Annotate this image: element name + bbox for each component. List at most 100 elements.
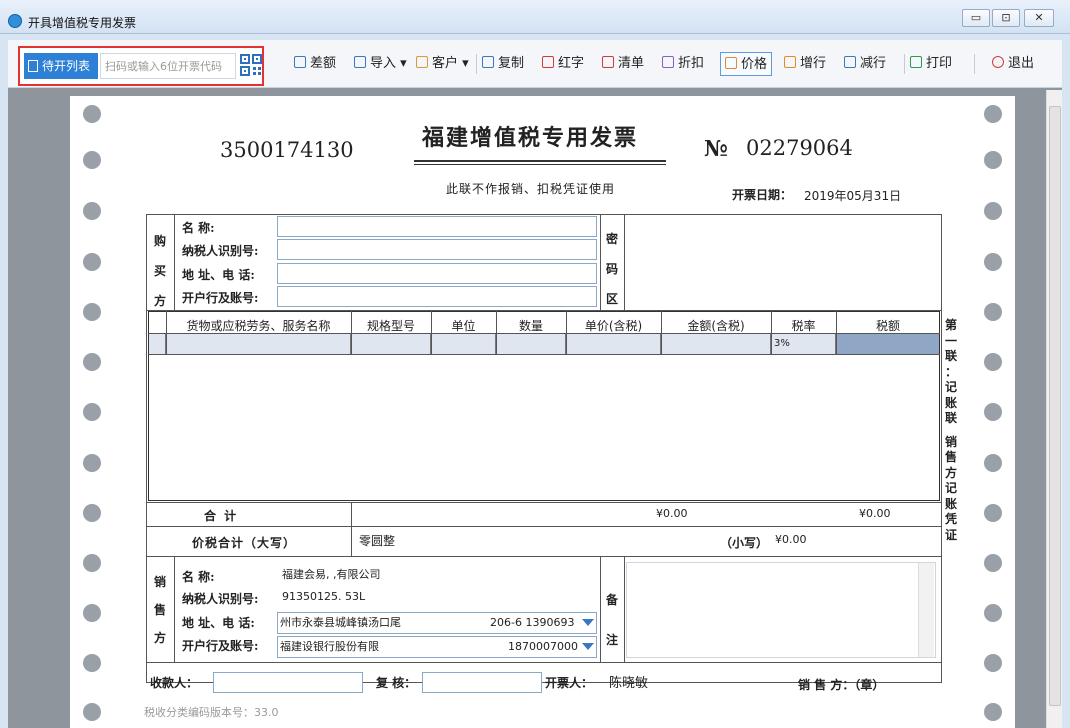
buyer-name-field[interactable]: [277, 216, 597, 237]
hole: [984, 504, 1002, 522]
col-header-tax-rate: 税率: [791, 319, 816, 333]
divider: [600, 556, 601, 662]
hole: [984, 554, 1002, 572]
hole: [984, 353, 1002, 371]
import-button[interactable]: 导入 ▾: [354, 52, 407, 76]
hole: [83, 202, 101, 220]
seller-name: 福建会易, ,有限公司: [282, 568, 381, 581]
seller-bank-combo[interactable]: 福建设银行股份有限 1870007000: [277, 636, 597, 658]
divider: [174, 214, 175, 310]
row-selector[interactable]: [149, 334, 166, 354]
title-underline: [414, 164, 666, 165]
col-header-amount: 金额(含税): [687, 319, 745, 333]
scrollbar-thumb[interactable]: [1049, 106, 1061, 706]
buyer-taxid-field[interactable]: [277, 239, 597, 260]
seller-address-value: 州市永泰县城峰镇汤口尾: [280, 616, 401, 629]
remarks-scrollbar[interactable]: [918, 563, 934, 657]
hole: [83, 403, 101, 421]
pending-list-label: 待开列表: [42, 59, 91, 73]
amount-words-label: 价税合计（大写）: [192, 536, 297, 550]
remarks-field[interactable]: [626, 562, 936, 658]
col-header-unit: 单位: [451, 319, 476, 333]
seller-address-label: 地 址、电 话:: [182, 616, 255, 630]
copy-type-label: 第一联：记账联销售方记账凭证: [944, 318, 957, 542]
buyer-address-field[interactable]: [277, 263, 597, 284]
dropdown-arrow-icon[interactable]: [582, 643, 594, 650]
seller-address-combo[interactable]: 州市永泰县城峰镇汤口尾 206-6 1390693: [277, 612, 597, 634]
difference-button[interactable]: 差额: [294, 52, 336, 76]
customer-button[interactable]: 客户 ▾: [416, 52, 469, 76]
hole: [83, 604, 101, 622]
add-row-button[interactable]: 增行: [784, 52, 826, 76]
price-button[interactable]: 价格: [720, 52, 773, 76]
seller-stamp-label: 销 售 方：（章）: [798, 678, 885, 692]
add-row-icon: [784, 56, 796, 68]
cell-spec[interactable]: [352, 334, 431, 354]
exit-button[interactable]: 退出: [992, 52, 1034, 76]
payee-field[interactable]: [213, 672, 363, 693]
cell-unit-price[interactable]: [567, 334, 661, 354]
divider: [146, 556, 942, 557]
hole: [984, 151, 1002, 169]
buyer-address-label: 地 址、电 话:: [182, 268, 255, 282]
exit-label: 退出: [1008, 56, 1035, 71]
red-invoice-button[interactable]: 红字: [542, 52, 584, 76]
col-header-quantity: 数量: [518, 319, 543, 333]
maximize-button[interactable]: ⊡: [992, 9, 1020, 27]
discount-button[interactable]: 折扣: [662, 52, 704, 76]
import-icon: [354, 56, 366, 68]
hole: [83, 353, 101, 371]
cell-amount[interactable]: [662, 334, 771, 354]
divider: [148, 354, 940, 355]
cell-tax-rate[interactable]: 3%: [772, 334, 836, 354]
divider: [600, 214, 601, 310]
scan-code-input[interactable]: [100, 53, 236, 79]
title-bar: 开具增值税专用发票 ▭ ⊡ ✕: [0, 0, 1070, 34]
amount-small-label: （小写）: [720, 536, 769, 550]
buyer-name-label: 名 称:: [182, 221, 215, 235]
hole: [984, 654, 1002, 672]
close-button[interactable]: ✕: [1024, 9, 1054, 27]
payee-label: 收款人：: [150, 676, 199, 690]
amount-small: ¥0.00: [775, 533, 807, 546]
divider: [146, 502, 942, 503]
seller-name-label: 名 称:: [182, 570, 215, 584]
toolbar: 待开列表 差额 导入 ▾ 客户 ▾ 复制 红字 清单 折扣 价格 增行 减行 打…: [8, 40, 1062, 88]
list-label: 清单: [618, 56, 645, 71]
hole: [83, 303, 101, 321]
divider: [351, 502, 352, 526]
hole: [984, 604, 1002, 622]
invoice-date: 2019年05月31日: [804, 189, 902, 203]
drawer-name: 陈晓敏: [609, 676, 649, 691]
reviewer-label: 复 核：: [376, 676, 417, 690]
seller-phone-value: 206-6 1390693: [490, 616, 575, 629]
print-button[interactable]: 打印: [910, 52, 952, 76]
hole: [83, 454, 101, 472]
cell-tax-amount[interactable]: [837, 334, 939, 354]
seller-taxid-label: 纳税人识别号:: [182, 592, 259, 606]
invoice-paper: 3500174130 福建增值税专用发票 № 02279064 此联不作报销、扣…: [70, 96, 1015, 728]
hole: [984, 454, 1002, 472]
list-button[interactable]: 清单: [602, 52, 644, 76]
hole: [83, 504, 101, 522]
hole: [984, 105, 1002, 123]
qr-code-icon[interactable]: [240, 54, 262, 76]
copy-button[interactable]: 复制: [482, 52, 524, 76]
minimize-button[interactable]: ▭: [962, 9, 990, 27]
cell-goods[interactable]: [167, 334, 351, 354]
divider: [624, 556, 625, 662]
buyer-bank-field[interactable]: [277, 286, 597, 307]
divider: [351, 526, 352, 556]
separator: [476, 54, 477, 74]
cell-unit[interactable]: [432, 334, 496, 354]
cell-quantity[interactable]: [497, 334, 566, 354]
delete-row-button[interactable]: 减行: [844, 52, 886, 76]
hole: [984, 703, 1002, 721]
reviewer-field[interactable]: [422, 672, 542, 693]
dropdown-arrow-icon[interactable]: [582, 619, 594, 626]
buyer-taxid-label: 纳税人识别号:: [182, 244, 259, 258]
red-invoice-icon: [542, 56, 554, 68]
pending-list-button[interactable]: 待开列表: [24, 53, 98, 79]
title-underline: [414, 160, 666, 162]
vertical-scrollbar[interactable]: [1046, 90, 1062, 728]
